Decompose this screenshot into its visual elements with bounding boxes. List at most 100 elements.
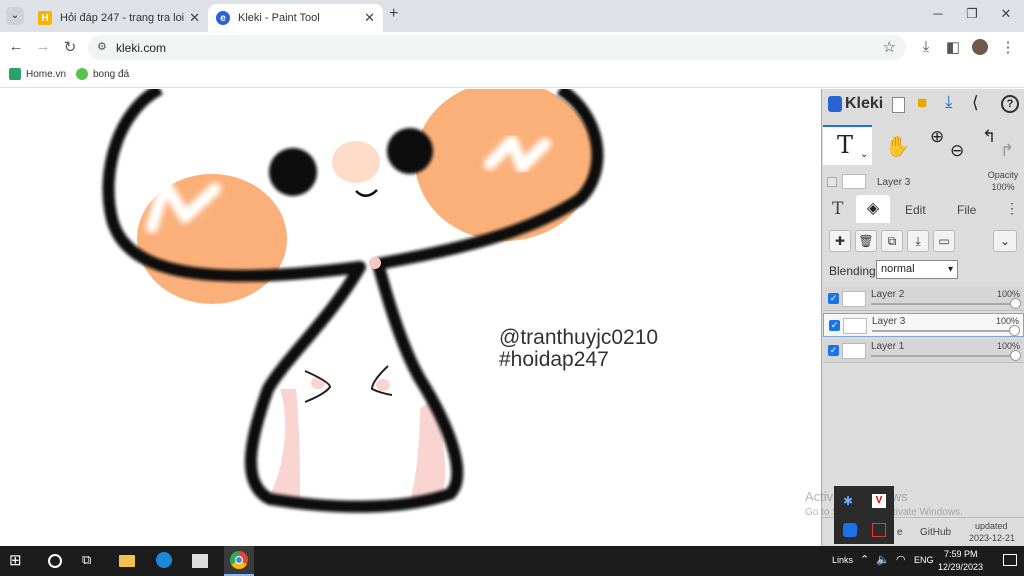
layer-row-layer-2[interactable]: ✓ Layer 2 100% — [823, 287, 1024, 311]
input-language[interactable]: ENG — [914, 555, 934, 565]
tab-title: Hỏi đáp 247 - trang tra loi — [60, 12, 185, 24]
text-icon: T — [832, 199, 844, 219]
layer-opacity-track — [871, 303, 1018, 305]
github-link[interactable]: GitHub — [920, 527, 951, 538]
undo-button[interactable]: ↰ — [982, 127, 996, 147]
current-layer-checkbox[interactable] — [827, 177, 837, 187]
zalo-tray-icon[interactable] — [843, 523, 857, 537]
minimize-icon: ─ — [933, 6, 943, 21]
tab-hoidap247[interactable]: H Hỏi đáp 247 - trang tra loi ✕ — [30, 4, 208, 32]
mouth — [355, 189, 378, 197]
windows-taskbar: ⊞ ⧉ Links ⌃ 🔈 ◠ ENG 7:59 PM 12/29/2023 — [0, 546, 1024, 576]
open-image-button[interactable]: ■ — [917, 93, 927, 113]
download-icon: ⤓ — [945, 92, 953, 111]
volume-icon[interactable]: 🔈 — [876, 553, 890, 566]
layer-opacity-track — [872, 330, 1017, 332]
bookmark-home-vn[interactable]: Home.vn — [9, 68, 66, 80]
tab-search-button[interactable]: ⌄ — [6, 7, 24, 25]
site-info-icon[interactable]: ⚙ — [97, 40, 107, 53]
delete-layer-button[interactable]: 🗑 — [855, 230, 877, 252]
store-button[interactable] — [192, 552, 210, 570]
text-tool-icon: T — [837, 131, 854, 159]
close-tab-icon[interactable]: ✕ — [364, 10, 375, 26]
bluetooth-tray-icon[interactable]: ✱ — [843, 494, 857, 508]
start-button[interactable]: ⊞ — [9, 552, 27, 570]
back-button[interactable]: ← — [6, 38, 26, 55]
notifications-button[interactable] — [1003, 554, 1017, 566]
layer-visibility-checkbox[interactable]: ✓ — [828, 293, 839, 304]
download-icon: ⤓ — [922, 38, 930, 55]
hand-tool-button[interactable]: ✋ — [885, 134, 910, 159]
kleki-side-panel: Kleki ■ ⤓ ⟨ ? T ⌄ ✋ ⊕ ⊖ ↰ ↱ Layer 3 Opac… — [821, 89, 1024, 546]
layer-visibility-checkbox[interactable]: ✓ — [828, 345, 839, 356]
layer-row-layer-1[interactable]: ✓ Layer 1 100% — [823, 339, 1024, 363]
tab-file[interactable]: File — [957, 203, 976, 217]
profile-avatar[interactable] — [972, 39, 988, 55]
tray-overflow-popup: ✱ V — [834, 486, 894, 544]
text-tool-button[interactable]: T ⌄ — [823, 125, 872, 165]
bookmark-star-icon[interactable]: ☆ — [883, 38, 896, 56]
plus-icon: + — [389, 5, 399, 22]
zoom-in-button[interactable]: ⊕ — [930, 127, 944, 147]
footer-partial-link[interactable]: e — [897, 527, 903, 538]
share-button[interactable]: ⟨ — [972, 93, 979, 113]
task-view-button[interactable]: ⧉ — [82, 552, 100, 570]
new-tab-button[interactable]: + — [389, 5, 398, 23]
layer-row-layer-3[interactable]: ✓ Layer 3 100% — [823, 313, 1024, 337]
edge-button[interactable] — [156, 552, 174, 570]
restore-button[interactable]: ❐ — [957, 6, 987, 22]
minimize-button[interactable]: ─ — [923, 6, 953, 21]
bookmark-bong-da[interactable]: bong đá — [76, 68, 129, 80]
forward-button[interactable]: → — [33, 38, 53, 55]
duplicate-layer-button[interactable]: ⧉ — [881, 230, 903, 252]
windows-logo-icon: ⊞ — [9, 552, 22, 569]
help-button[interactable]: ? — [1001, 95, 1019, 113]
save-image-button[interactable]: ⤓ — [945, 92, 953, 112]
blending-select[interactable]: normal ▾ — [876, 260, 958, 279]
layer-opacity-slider[interactable] — [1010, 298, 1021, 309]
redo-button[interactable]: ↱ — [1000, 141, 1014, 161]
capture-tray-icon[interactable] — [872, 523, 886, 537]
merge-layer-button[interactable]: ⤓ — [907, 230, 929, 252]
show-hidden-icons-button[interactable]: ⌃ — [860, 553, 869, 566]
layer-visibility-checkbox[interactable]: ✓ — [829, 320, 840, 331]
clock-date[interactable]: 12/29/2023 — [938, 562, 983, 572]
layer-opacity-slider[interactable] — [1009, 325, 1020, 336]
tab-text-settings[interactable]: T — [832, 199, 843, 219]
reload-button[interactable]: ↻ — [60, 38, 80, 56]
side-panel-button[interactable]: ◧ — [943, 38, 963, 56]
browser-tab-strip: ⌄ H Hỏi đáp 247 - trang tra loi ✕ e Klek… — [0, 0, 1024, 32]
zoom-out-button[interactable]: ⊖ — [950, 141, 964, 161]
plus-icon: ✚ — [834, 234, 846, 248]
antivirus-tray-icon[interactable]: V — [872, 494, 886, 508]
downloads-button[interactable]: ⤓ — [916, 38, 936, 55]
tab-kleki[interactable]: e Kleki - Paint Tool ✕ — [208, 4, 383, 32]
hoidap-favicon-icon: H — [38, 11, 52, 25]
opacity-value: 100% — [991, 182, 1015, 192]
panel-more-button[interactable]: ⋮ — [1005, 200, 1019, 217]
tab-edit[interactable]: Edit — [905, 203, 926, 217]
close-window-button[interactable]: ✕ — [991, 6, 1021, 22]
rename-layer-button[interactable]: ▭ — [933, 230, 955, 252]
links-toolbar[interactable]: Links — [832, 555, 853, 565]
drawing-canvas[interactable]: @tranthuyjc0210 #hoidap247 — [0, 89, 821, 546]
rename-icon: ▭ — [938, 234, 950, 248]
browser-menu-button[interactable]: ⋮ — [998, 38, 1018, 56]
wifi-icon[interactable]: ◠ — [896, 553, 906, 566]
layers-icon: ◈ — [866, 200, 880, 217]
more-vertical-icon: ⋮ — [1005, 200, 1019, 216]
chrome-taskbar-button[interactable] — [224, 546, 254, 576]
search-button[interactable] — [46, 552, 64, 570]
clock-time[interactable]: 7:59 PM — [944, 549, 978, 559]
tab-layers[interactable]: ◈ — [856, 195, 890, 223]
close-tab-icon[interactable]: ✕ — [189, 10, 200, 26]
blending-value: normal — [881, 263, 915, 275]
file-explorer-button[interactable] — [119, 552, 137, 570]
kleki-logo[interactable]: Kleki — [828, 95, 883, 113]
layer-opacity-slider[interactable] — [1010, 350, 1021, 361]
new-image-button[interactable] — [892, 97, 905, 113]
browser-toolbar: ← → ↻ ⚙ kleki.com ☆ ⤓ ◧ ⋮ — [0, 32, 1024, 62]
add-layer-button[interactable]: ✚ — [829, 230, 851, 252]
layer-options-dropdown[interactable]: ⌄ — [993, 230, 1017, 252]
address-bar[interactable]: ⚙ kleki.com ☆ — [88, 35, 906, 60]
